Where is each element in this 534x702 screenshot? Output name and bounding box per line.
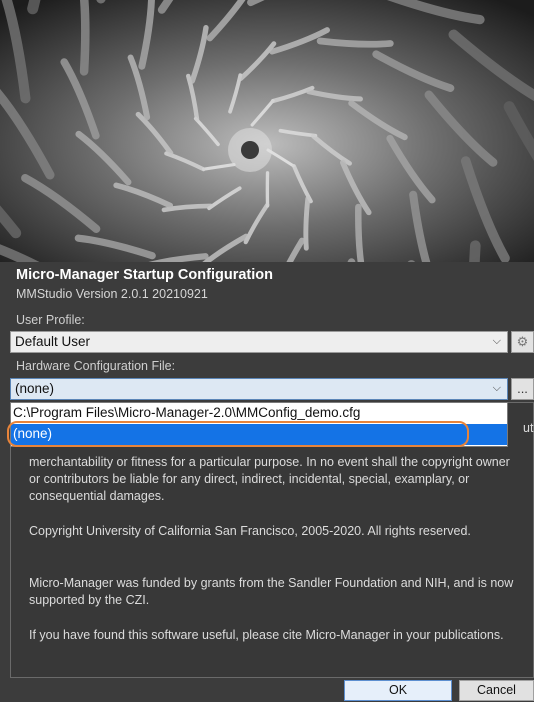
chevron-down-icon: ⌵	[492, 382, 501, 394]
hardware-config-value: (none)	[15, 381, 55, 396]
cancel-button[interactable]: Cancel	[459, 680, 534, 701]
funding-paragraph: Micro-Manager was funded by grants from …	[29, 576, 514, 607]
hardware-config-label: Hardware Configuration File:	[16, 359, 176, 373]
user-profile-label: User Profile:	[16, 313, 85, 327]
chevron-down-icon: ⌵	[492, 335, 501, 347]
splash-image	[0, 0, 534, 262]
version-label: MMStudio Version 2.0.1 20210921	[16, 287, 208, 301]
citation-paragraph: If you have found this software useful, …	[29, 628, 504, 642]
license-paragraph: merchantability or fitness for a particu…	[29, 455, 510, 503]
user-profile-value: Default User	[15, 334, 91, 349]
profile-settings-button[interactable]: ⚙	[511, 331, 534, 353]
overflow-text: ut	[523, 421, 534, 435]
browse-config-button[interactable]: ...	[511, 378, 534, 400]
user-profile-dropdown[interactable]: Default User ⌵	[10, 331, 508, 353]
dialog-title: Micro-Manager Startup Configuration	[16, 267, 273, 283]
copyright-paragraph: Copyright University of California San F…	[29, 524, 471, 538]
selection-highlight-ring	[7, 421, 469, 447]
ok-button[interactable]: OK	[344, 680, 452, 701]
hardware-config-dropdown[interactable]: (none) ⌵	[10, 378, 508, 400]
gear-icon: ⚙	[516, 334, 529, 349]
